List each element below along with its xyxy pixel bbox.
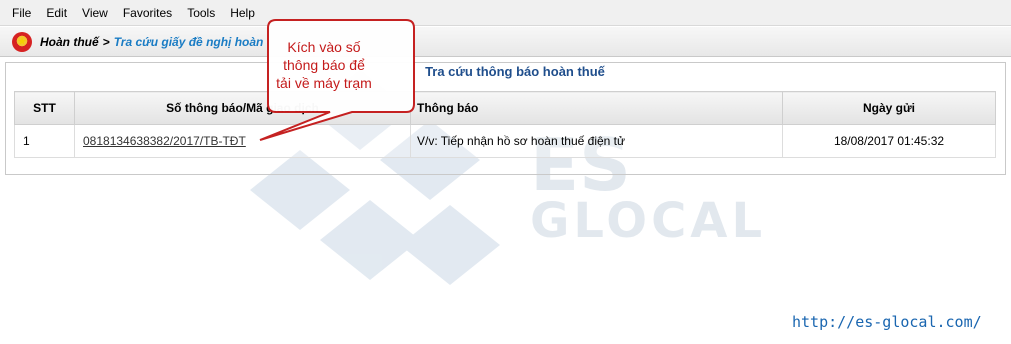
table-header-row: STT Số thông báo/Mã giao dịch Thông báo … xyxy=(14,91,996,125)
menu-help[interactable]: Help xyxy=(223,6,263,20)
menu-favorites[interactable]: Favorites xyxy=(116,6,180,20)
cell-ngay-gui: 18/08/2017 01:45:32 xyxy=(782,124,996,158)
breadcrumb: ★ Hoàn thuế > Tra cứu giấy đề nghị hoàn xyxy=(0,27,1011,57)
header-ngay-gui: Ngày gửi xyxy=(782,91,996,125)
menu-tools[interactable]: Tools xyxy=(180,6,223,20)
menu-file[interactable]: File xyxy=(0,6,39,20)
watermark-brand-glocal: GLOCAL xyxy=(530,193,766,249)
national-emblem-icon: ★ xyxy=(12,31,32,52)
table-row: 1 0818134638382/2017/TB-TĐT V/v: Tiếp nh… xyxy=(14,124,996,158)
header-stt: STT xyxy=(14,91,75,125)
menu-view[interactable]: View xyxy=(75,6,116,20)
results-table: STT Số thông báo/Mã giao dịch Thông báo … xyxy=(14,91,996,158)
callout-line-2: thông báo để xyxy=(283,57,365,73)
breadcrumb-separator: > xyxy=(102,34,110,49)
breadcrumb-home[interactable]: Hoàn thuế xyxy=(40,35,99,49)
cell-stt: 1 xyxy=(14,124,75,158)
callout-text: Kích vào số thông báo để tải về máy trạm xyxy=(268,38,380,92)
breadcrumb-current[interactable]: Tra cứu giấy đề nghị hoàn xyxy=(114,35,264,49)
page-title: Tra cứu thông báo hoàn thuế xyxy=(425,64,605,79)
callout-line-1: Kích vào số xyxy=(287,39,361,55)
watermark-url: http://es-glocal.com/ xyxy=(792,313,982,331)
callout-line-3: tải về máy trạm xyxy=(276,75,372,91)
menu-bar: File Edit View Favorites Tools Help xyxy=(0,0,1011,26)
header-so-thong-bao: Số thông báo/Mã giao dịch xyxy=(74,91,411,125)
cell-so-thong-bao: 0818134638382/2017/TB-TĐT xyxy=(74,124,411,158)
header-thong-bao: Thông báo xyxy=(410,91,783,125)
menu-edit[interactable]: Edit xyxy=(39,6,75,20)
notice-number-link[interactable]: 0818134638382/2017/TB-TĐT xyxy=(83,134,246,148)
cell-thong-bao: V/v: Tiếp nhận hồ sơ hoàn thuế điện tử xyxy=(410,124,783,158)
